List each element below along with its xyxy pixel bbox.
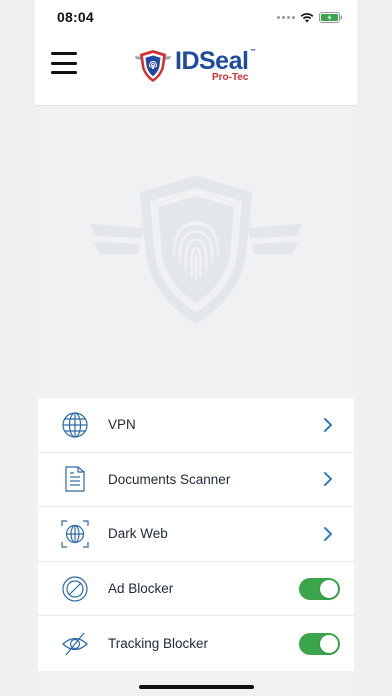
shield-logo-icon — [135, 50, 171, 82]
menu-item-documents-scanner[interactable]: Documents Scanner — [38, 453, 354, 508]
app-header: IDSeal ™ Pro-Tec — [35, 34, 357, 106]
toggle-knob — [320, 634, 338, 653]
logo-wordmark: IDSeal ™ Pro-Tec — [175, 47, 256, 83]
block-icon — [60, 574, 90, 604]
menu-item-label: Ad Blocker — [108, 581, 174, 597]
globe-icon — [60, 410, 90, 440]
menu-item-vpn[interactable]: VPN — [38, 398, 354, 453]
menu-item-dark-web[interactable]: Dark Web — [38, 507, 354, 562]
hamburger-icon — [51, 52, 77, 55]
feature-list: VPN Documents Scanner Dark Web Ad Blocke… — [38, 398, 354, 671]
logo-brand: IDSeal ™ — [175, 47, 256, 75]
menu-item-tracking-blocker[interactable]: Tracking Blocker — [38, 616, 354, 671]
ad-blocker-toggle[interactable] — [299, 577, 340, 600]
tracking-blocker-toggle[interactable] — [299, 632, 340, 655]
chevron-right-icon — [324, 526, 332, 541]
hero-area — [35, 106, 357, 398]
menu-item-ad-blocker[interactable]: Ad Blocker — [38, 562, 354, 617]
chevron-right-icon — [324, 417, 332, 432]
document-icon — [60, 464, 90, 494]
menu-item-label: VPN — [108, 417, 136, 433]
status-bar: 08:04 — [35, 0, 357, 34]
menu-item-label: Documents Scanner — [108, 471, 231, 487]
globe-scan-icon — [60, 519, 90, 549]
app-logo: IDSeal ™ Pro-Tec — [133, 46, 256, 86]
menu-item-label: Dark Web — [108, 526, 168, 542]
signal-icon — [277, 15, 295, 19]
eye-slash-icon — [60, 629, 90, 659]
shield-fingerprint-watermark-icon — [90, 176, 302, 324]
menu-item-label: Tracking Blocker — [108, 636, 209, 652]
home-indicator[interactable] — [139, 685, 254, 689]
hamburger-menu-button[interactable] — [51, 52, 77, 74]
wifi-icon — [300, 12, 314, 22]
status-time: 08:04 — [57, 9, 94, 25]
toggle-knob — [320, 579, 338, 598]
battery-icon — [319, 11, 343, 23]
chevron-right-icon — [324, 472, 332, 487]
status-icons — [277, 11, 343, 23]
